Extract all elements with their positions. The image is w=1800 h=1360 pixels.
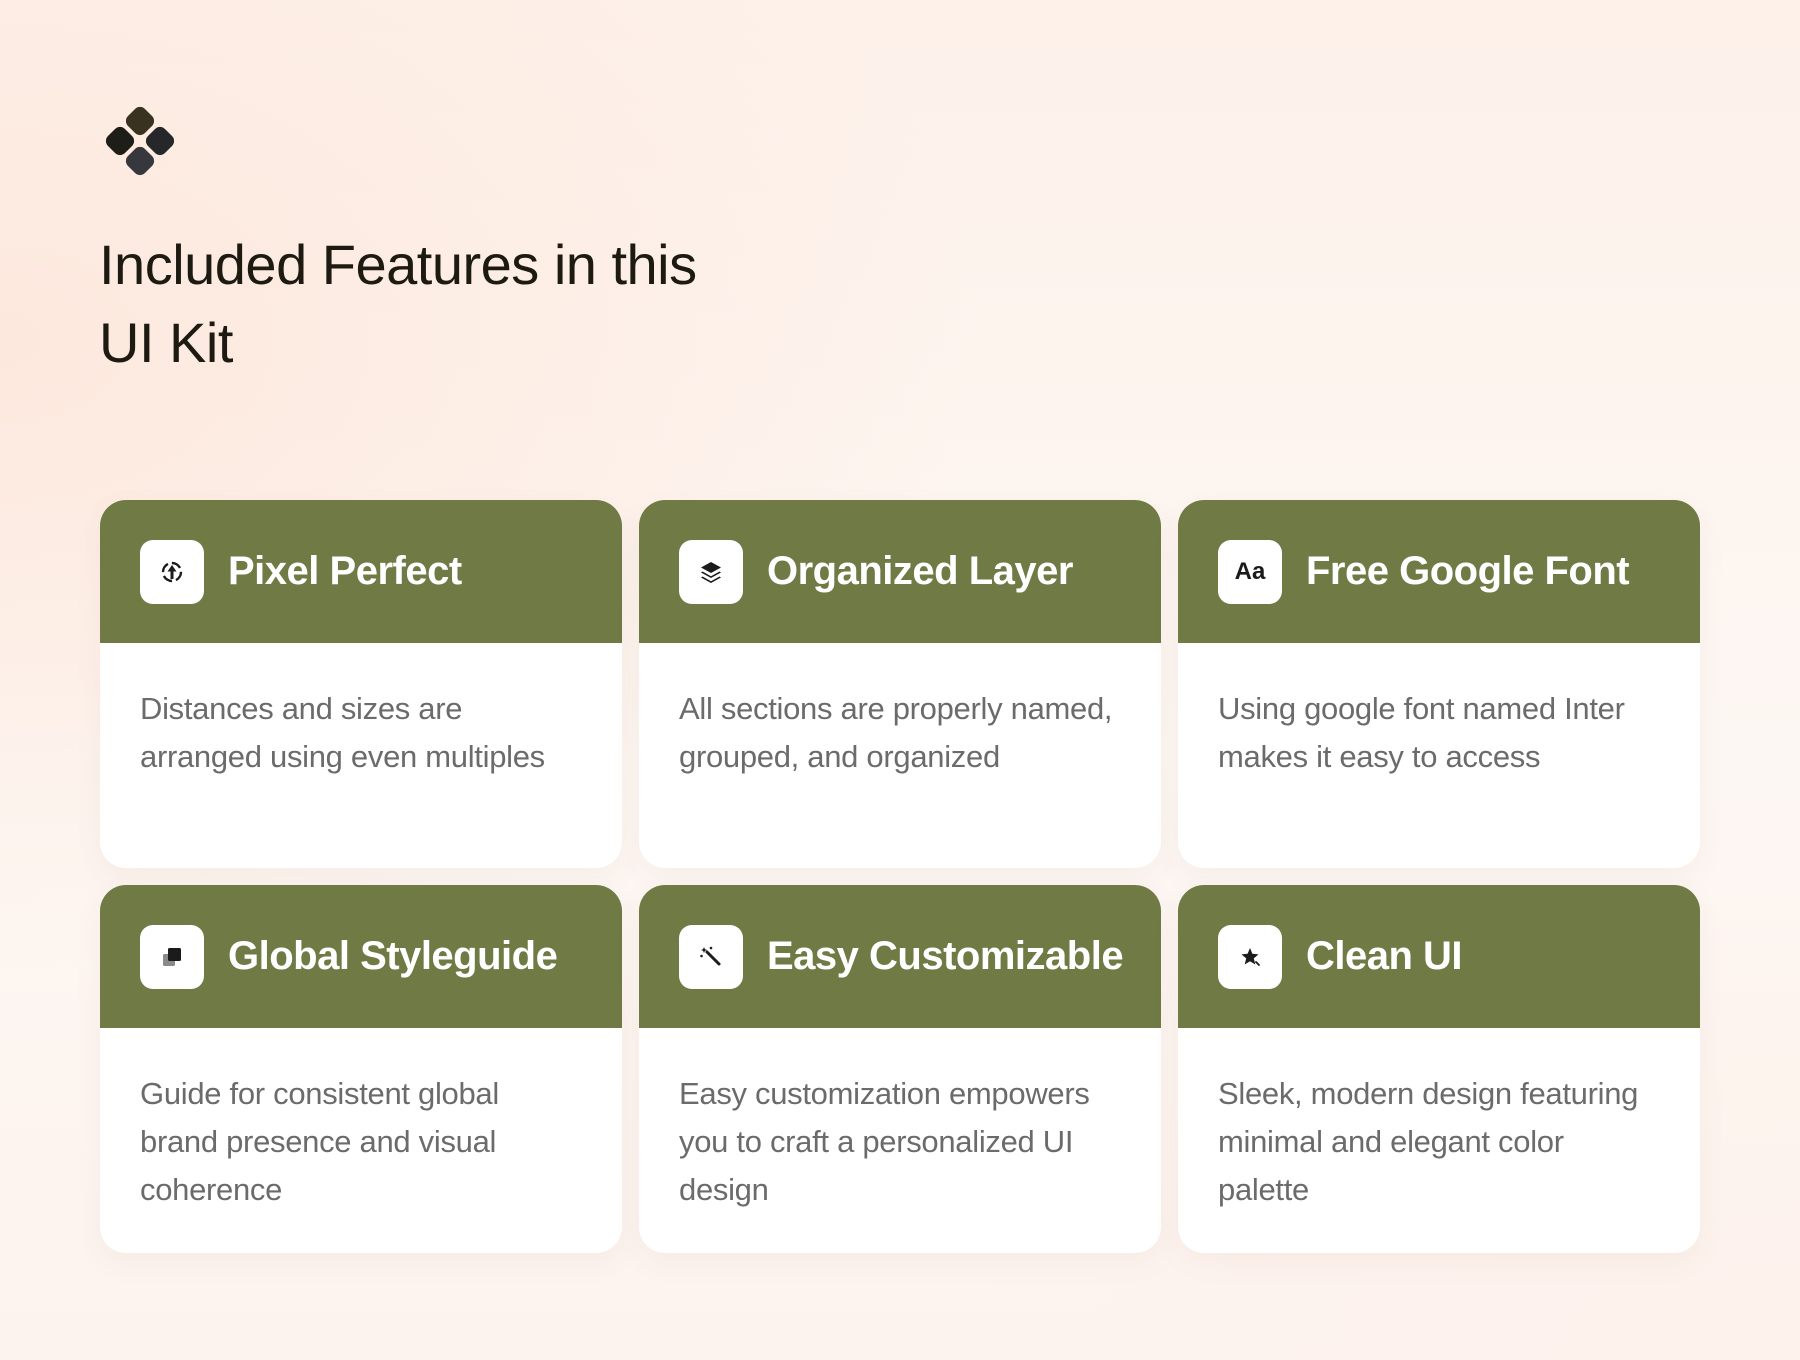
features-grid: Pixel Perfect Distances and sizes are ar…: [100, 500, 1700, 1253]
feature-card-title: Free Google Font: [1306, 549, 1630, 593]
sparkle-icon: [1218, 924, 1282, 989]
font-icon-label: Aa: [1234, 557, 1266, 585]
feature-card-header: Easy Customizable: [639, 885, 1161, 1028]
feature-card-header: Global Styleguide: [100, 885, 622, 1028]
font-icon: Aa: [1218, 539, 1282, 604]
feature-card-easy-customizable: Easy Customizable Easy customization emp…: [639, 885, 1161, 1253]
feature-card-clean-ui: Clean UI Sleek, modern design featuring …: [1178, 885, 1700, 1253]
feature-card-header: Aa Free Google Font: [1178, 500, 1700, 643]
feature-card-description: Sleek, modern design featuring minimal a…: [1218, 1076, 1639, 1207]
feature-card-header: Organized Layer: [639, 500, 1161, 643]
layers-icon: [679, 539, 743, 604]
feature-card-title: Clean UI: [1306, 934, 1463, 978]
magic-wand-icon: [679, 924, 743, 989]
feature-card-description: Guide for consistent global brand presen…: [140, 1076, 499, 1207]
feature-card-description: All sections are properly named, grouped…: [679, 691, 1113, 774]
feature-card-title: Pixel Perfect: [228, 549, 462, 593]
feature-card-title: Easy Customizable: [767, 934, 1124, 978]
feature-card-organized-layer: Organized Layer All sections are properl…: [639, 500, 1161, 868]
feature-card-title: Global Styleguide: [228, 934, 558, 978]
logo-icon: [105, 106, 175, 176]
feature-card-header: Clean UI: [1178, 885, 1700, 1028]
feature-card-free-google-font: Aa Free Google Font Using google font na…: [1178, 500, 1700, 868]
target-icon: [140, 539, 204, 604]
feature-card-pixel-perfect: Pixel Perfect Distances and sizes are ar…: [100, 500, 622, 868]
feature-card-header: Pixel Perfect: [100, 500, 622, 643]
feature-card-description: Using google font named Inter makes it e…: [1218, 691, 1625, 774]
stacked-squares-icon: [140, 924, 204, 989]
feature-card-global-styleguide: Global Styleguide Guide for consistent g…: [100, 885, 622, 1253]
feature-card-description: Easy customization empowers you to craft…: [679, 1076, 1090, 1207]
page-title: Included Features in this UI Kit: [99, 233, 697, 374]
feature-card-description: Distances and sizes are arranged using e…: [140, 691, 545, 774]
feature-card-title: Organized Layer: [767, 549, 1073, 593]
